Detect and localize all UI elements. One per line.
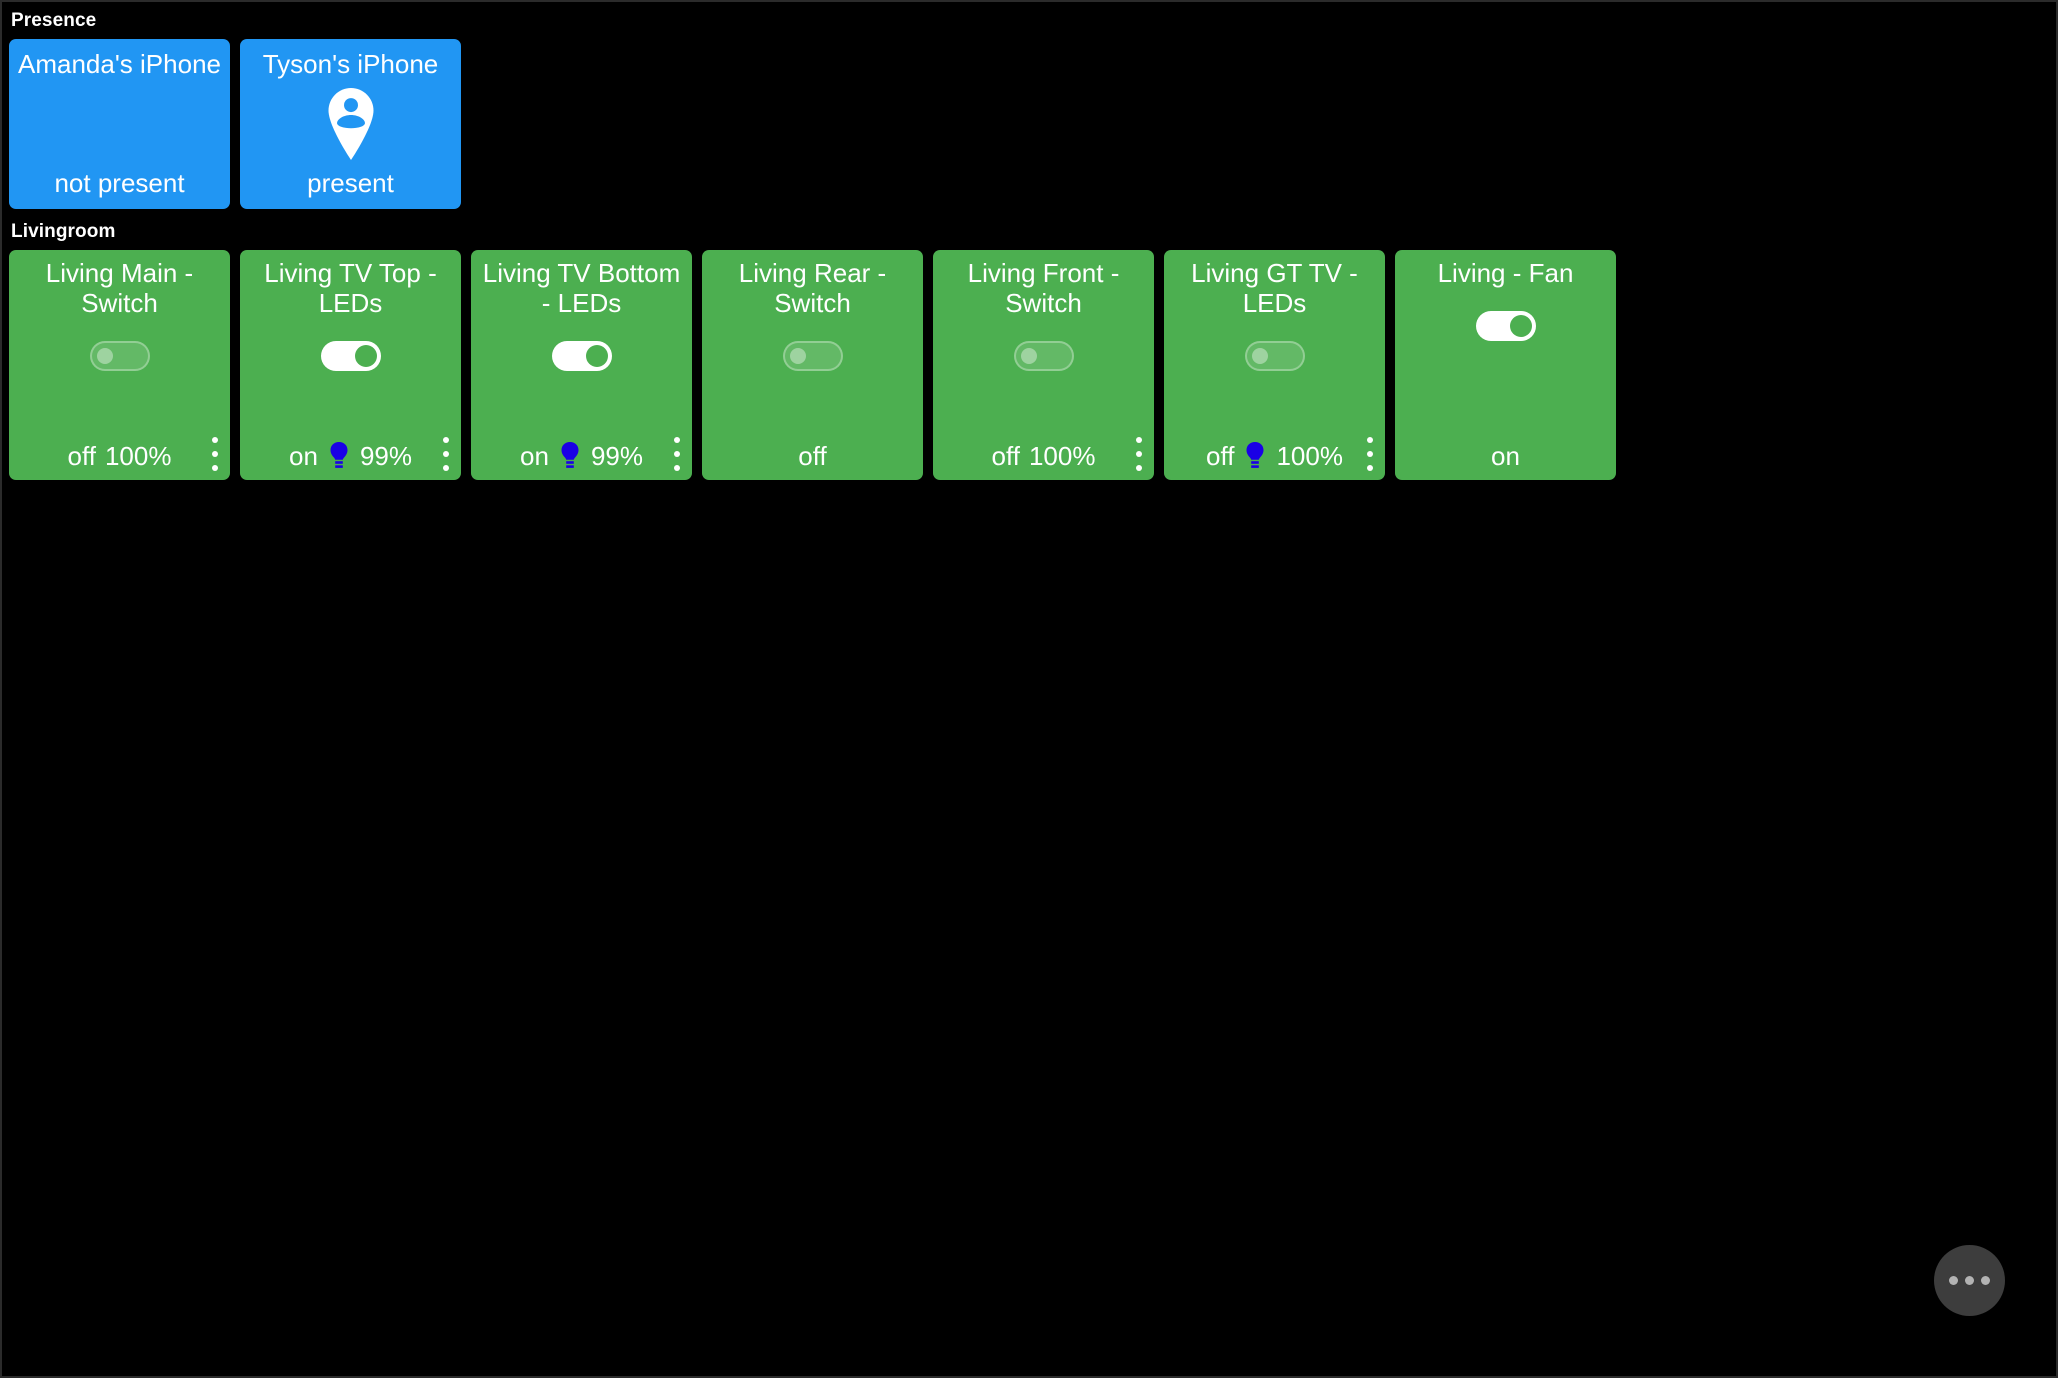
power-toggle[interactable] (782, 341, 843, 371)
device-card-name: Living GT TV - LEDs (1191, 258, 1358, 318)
power-toggle[interactable] (320, 341, 381, 371)
device-card[interactable]: Living Front - Switch off 100% (933, 250, 1154, 480)
bulb-icon-wrap (327, 441, 351, 471)
power-toggle[interactable] (1244, 341, 1305, 371)
menu-dot-2 (443, 451, 449, 457)
lightbulb-icon (561, 442, 579, 468)
device-card[interactable]: Living TV Top - LEDs on 99% (240, 250, 461, 480)
menu-dot-2 (1367, 451, 1373, 457)
lightbulb-icon (330, 442, 348, 468)
toggle-area (1400, 304, 1611, 348)
fab-dot-2 (1965, 1276, 1974, 1285)
menu-dot-1 (212, 437, 218, 443)
overflow-menu-icon[interactable] (668, 435, 686, 473)
toggle-area (1169, 334, 1380, 378)
device-state-label: on (1491, 441, 1520, 471)
menu-dot-3 (1367, 465, 1373, 471)
device-card-name: Living Rear - Switch (738, 258, 887, 318)
power-toggle[interactable] (551, 341, 612, 371)
presence-card-name: Tyson's iPhone (262, 49, 439, 79)
menu-dot-3 (1136, 465, 1142, 471)
toggle-area (245, 334, 456, 378)
menu-dot-2 (212, 451, 218, 457)
fab-dot-1 (1949, 1276, 1958, 1285)
menu-dot-1 (443, 437, 449, 443)
power-toggle[interactable] (1013, 341, 1074, 371)
menu-dot-3 (212, 465, 218, 471)
toggle-knob (585, 345, 608, 367)
device-level-label: 99% (359, 441, 412, 471)
overflow-menu-icon[interactable] (1361, 435, 1379, 473)
device-state-label: off (991, 441, 1020, 471)
device-card[interactable]: Living Main - Switch off 100% (9, 250, 230, 480)
device-state-label: on (520, 441, 549, 471)
device-card-footer: on 99% (471, 441, 692, 471)
device-card-footer: off 100% (9, 441, 230, 471)
menu-dot-3 (443, 465, 449, 471)
presence-card-state: not present (54, 168, 185, 198)
toggle-area (476, 334, 687, 378)
section-label-presence: Presence (11, 10, 97, 31)
power-toggle[interactable] (89, 341, 150, 371)
device-card-name: Living Main - Switch (45, 258, 194, 318)
presence-icon-area (15, 79, 224, 169)
device-level-label: 100% (104, 441, 172, 471)
device-state-label: off (67, 441, 96, 471)
section-label-livingroom: Livingroom (11, 221, 116, 242)
toggle-knob (1020, 348, 1037, 364)
toggle-area (938, 334, 1149, 378)
device-card[interactable]: Living TV Bottom - LEDs on 99% (471, 250, 692, 480)
bulb-icon-wrap (1243, 441, 1267, 471)
toggle-knob (96, 348, 113, 364)
device-card-footer: on (1395, 441, 1616, 471)
menu-dot-2 (1136, 451, 1142, 457)
overflow-menu-icon[interactable] (437, 435, 455, 473)
more-options-fab[interactable] (1934, 1245, 2005, 1316)
toggle-area (14, 334, 225, 378)
device-card-footer: off 100% (933, 441, 1154, 471)
presence-card-state: present (307, 168, 394, 198)
livingroom-card-row: Living Main - Switch off 100% Living TV Top… (2, 250, 2056, 480)
presence-icon-area (246, 79, 455, 169)
device-level-label: 99% (590, 441, 643, 471)
menu-dot-1 (1367, 437, 1373, 443)
bulb-icon-wrap (558, 441, 582, 471)
menu-dot-3 (674, 465, 680, 471)
power-toggle[interactable] (1475, 311, 1536, 341)
device-state-label: off (1206, 441, 1235, 471)
toggle-knob (354, 345, 377, 367)
overflow-menu-icon[interactable] (206, 435, 224, 473)
device-card[interactable]: Living - Fan on (1395, 250, 1616, 480)
device-card-name: Living Front - Switch (967, 258, 1120, 318)
device-level-label: 100% (1028, 441, 1096, 471)
menu-dot-1 (674, 437, 680, 443)
presence-card-name: Amanda's iPhone (18, 49, 221, 79)
device-state-label: on (289, 441, 318, 471)
toggle-knob (1251, 348, 1268, 364)
device-card-footer: on 99% (240, 441, 461, 471)
device-card-name: Living TV Top - LEDs (264, 258, 437, 318)
dashboard-screen: Presence Amanda's iPhone not present Tyson… (0, 0, 2058, 1378)
presence-card-row: Amanda's iPhone not present Tyson's iPhone… (2, 39, 2056, 209)
toggle-knob (1509, 315, 1532, 337)
person-pin-icon (328, 88, 373, 160)
device-state-label: off (798, 441, 827, 471)
device-card-name: Living - Fan (1437, 258, 1574, 288)
device-card[interactable]: Living GT TV - LEDs off 100% (1164, 250, 1385, 480)
device-level-label: 100% (1276, 441, 1343, 471)
toggle-area (707, 334, 918, 378)
fab-dot-3 (1981, 1276, 1990, 1285)
toggle-knob (789, 348, 806, 364)
device-card-footer: off 100% (1164, 441, 1385, 471)
presence-card[interactable]: Tyson's iPhone present (240, 39, 461, 209)
device-card-footer: off (702, 441, 923, 471)
overflow-menu-icon[interactable] (1130, 435, 1148, 473)
presence-card[interactable]: Amanda's iPhone not present (9, 39, 230, 209)
menu-dot-1 (1136, 437, 1142, 443)
lightbulb-icon (1246, 442, 1264, 468)
device-card-name: Living TV Bottom - LEDs (482, 258, 681, 318)
menu-dot-2 (674, 451, 680, 457)
device-card[interactable]: Living Rear - Switch off (702, 250, 923, 480)
